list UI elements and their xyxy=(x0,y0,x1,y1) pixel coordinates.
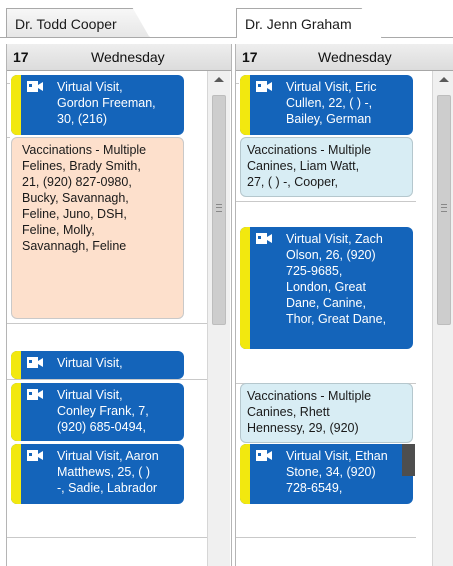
time-slot-line xyxy=(7,323,207,324)
appointment-text: Virtual Visit, Ethan Stone, 34, (920) 72… xyxy=(286,449,388,495)
appointment-text: Virtual Visit, Aaron Matthews, 25, ( ) -… xyxy=(57,449,159,495)
appointment-text: Virtual Visit, Conley Frank, 7, (920) 68… xyxy=(57,388,149,434)
appointment-text: Virtual Visit, Eric Cullen, 22, ( ) -, B… xyxy=(286,80,377,126)
video-camera-icon xyxy=(27,389,43,400)
time-slot-line xyxy=(236,83,239,84)
scheduler-view: Dr. Todd Cooper Dr. Jenn Graham 17 Wedne… xyxy=(0,0,453,566)
tab-dr-jenn-graham[interactable]: Dr. Jenn Graham xyxy=(236,8,382,38)
tab-strip-divider xyxy=(0,37,453,38)
status-stripe xyxy=(11,444,21,504)
scroll-up-arrow-icon[interactable] xyxy=(214,77,224,82)
time-slot-line xyxy=(7,537,207,538)
status-stripe xyxy=(240,227,250,349)
appointment-virtual-visit[interactable]: Virtual Visit, xyxy=(11,351,184,379)
appointment-vaccinations[interactable]: Vaccinations - Multiple Canines, Liam Wa… xyxy=(240,137,413,197)
status-stripe xyxy=(11,383,21,441)
status-stripe xyxy=(11,351,21,379)
status-stripe xyxy=(11,75,21,135)
schedule-column-cooper: 17 Wednesday Virtual Visit, Gordon Freem… xyxy=(6,44,232,566)
appointment-vaccinations[interactable]: Vaccinations - Multiple Felines, Brady S… xyxy=(11,137,184,319)
day-header: 17 Wednesday xyxy=(7,44,231,71)
time-slot-line xyxy=(7,83,10,84)
appointment-text: Virtual Visit, xyxy=(57,356,123,370)
appointment-virtual-visit[interactable]: Virtual Visit, Gordon Freeman, 30, (216) xyxy=(11,75,184,135)
status-stripe xyxy=(240,75,250,135)
day-number: 17 xyxy=(13,49,29,65)
time-slot-line xyxy=(7,379,207,380)
scroll-thumb[interactable] xyxy=(437,95,451,325)
schedule-body[interactable]: Virtual Visit, Eric Cullen, 22, ( ) -, B… xyxy=(236,71,453,566)
appointment-virtual-visit[interactable]: Virtual Visit, Zach Olson, 26, (920) 725… xyxy=(240,227,413,349)
vertical-scrollbar[interactable] xyxy=(432,71,453,566)
day-header: 17 Wednesday xyxy=(236,44,453,71)
appointment-text: Vaccinations - Multiple Canines, Liam Wa… xyxy=(247,143,372,189)
video-camera-icon xyxy=(27,357,43,368)
vertical-scrollbar[interactable] xyxy=(207,71,230,566)
scroll-thumb[interactable] xyxy=(212,95,226,325)
schedule-column-graham: 17 Wednesday Virtual Visit, Eric Cullen,… xyxy=(235,44,453,566)
status-stripe xyxy=(240,444,250,504)
scroll-up-arrow-icon[interactable] xyxy=(439,77,449,82)
appointment-virtual-visit[interactable]: Virtual Visit, Eric Cullen, 22, ( ) -, B… xyxy=(240,75,413,135)
video-camera-icon xyxy=(256,233,272,244)
appointment-virtual-visit[interactable]: Virtual Visit, Conley Frank, 7, (920) 68… xyxy=(11,383,184,441)
schedule-body[interactable]: Virtual Visit, Gordon Freeman, 30, (216)… xyxy=(7,71,231,566)
appointment-text: Virtual Visit, Zach Olson, 26, (920) 725… xyxy=(286,232,387,326)
appointment-text: Vaccinations - Multiple Felines, Brady S… xyxy=(22,143,147,253)
day-name: Wednesday xyxy=(318,49,392,65)
time-slot-line xyxy=(7,137,10,138)
day-number: 17 xyxy=(242,49,258,65)
video-camera-icon xyxy=(256,450,272,461)
appointment-text: Virtual Visit, Gordon Freeman, 30, (216) xyxy=(57,80,156,126)
grip-icon xyxy=(441,204,447,212)
appointment-virtual-visit[interactable]: Virtual Visit, Ethan Stone, 34, (920) 72… xyxy=(240,444,413,504)
time-marker xyxy=(402,444,415,476)
appointment-text: Vaccinations - Multiple Canines, Rhett H… xyxy=(247,389,372,435)
grip-icon xyxy=(216,204,222,212)
time-slot-line xyxy=(236,537,416,538)
appointment-virtual-visit[interactable]: Virtual Visit, Aaron Matthews, 25, ( ) -… xyxy=(11,444,184,504)
video-camera-icon xyxy=(256,81,272,92)
time-slot-line xyxy=(236,201,416,202)
day-name: Wednesday xyxy=(91,49,165,65)
video-camera-icon xyxy=(27,450,43,461)
appointment-vaccinations[interactable]: Vaccinations - Multiple Canines, Rhett H… xyxy=(240,383,413,443)
video-camera-icon xyxy=(27,81,43,92)
tab-dr-todd-cooper[interactable]: Dr. Todd Cooper xyxy=(6,8,150,38)
